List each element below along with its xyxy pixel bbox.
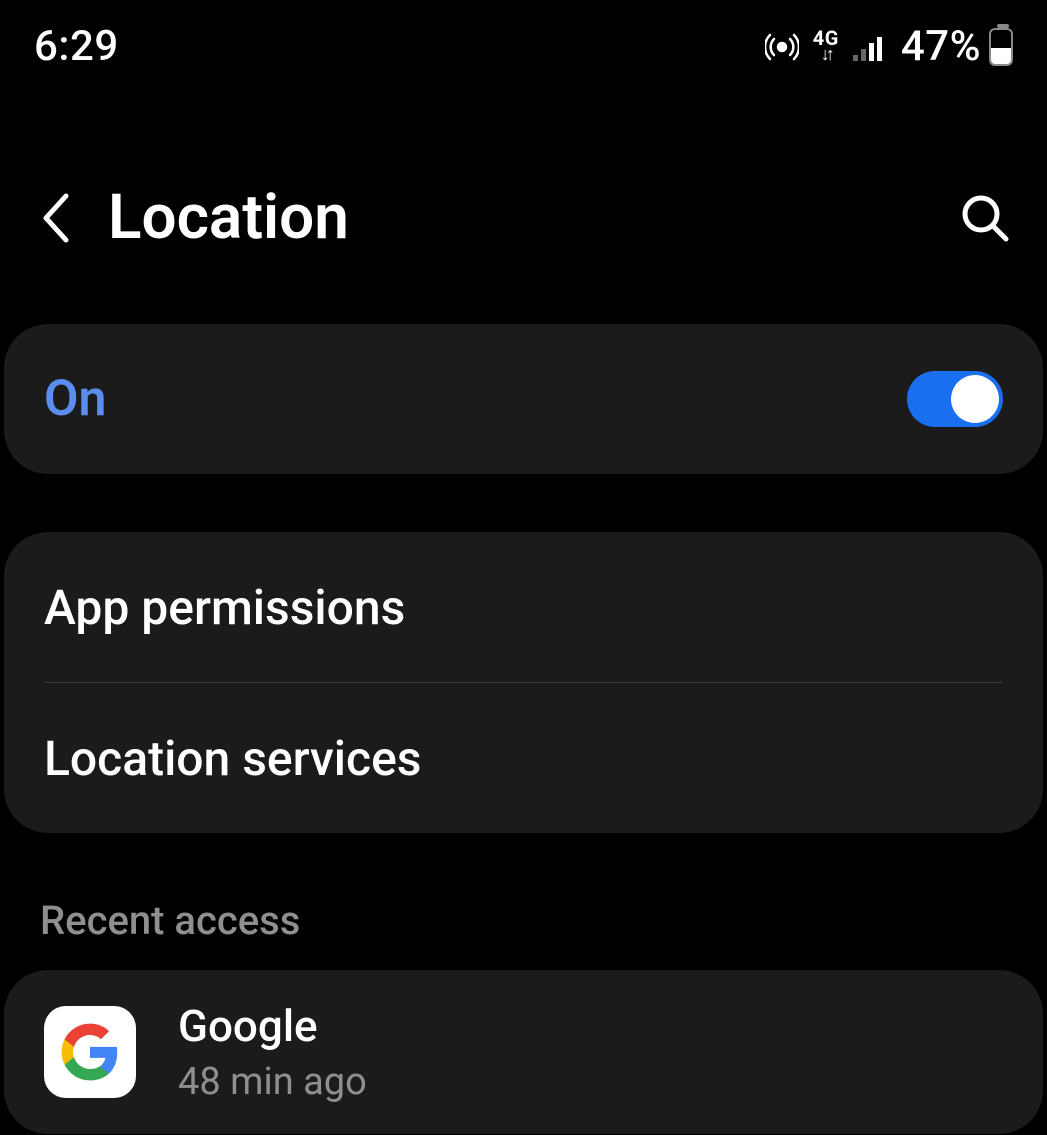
google-g-icon xyxy=(59,1021,121,1083)
status-bar: 6:29 4G ↓↑ 47% xyxy=(0,0,1047,71)
battery-percent: 47% xyxy=(901,22,981,71)
location-master-toggle-card: On xyxy=(4,324,1043,474)
network-4g-icon: 4G ↓↑ xyxy=(813,29,839,63)
recent-app-name: Google xyxy=(178,1000,367,1052)
recent-app-row-google[interactable]: Google 48 min ago xyxy=(4,970,1043,1134)
back-button[interactable] xyxy=(36,190,74,246)
location-toggle-label: On xyxy=(44,370,907,428)
list-item-location-services[interactable]: Location services xyxy=(4,683,1043,833)
list-item-app-permissions[interactable]: App permissions xyxy=(4,532,1043,682)
list-item-label: Location services xyxy=(44,730,1003,787)
recent-app-text: Google 48 min ago xyxy=(178,1000,367,1104)
location-toggle-switch[interactable] xyxy=(907,371,1003,427)
google-app-icon xyxy=(44,1006,136,1098)
page-title: Location xyxy=(108,181,925,254)
toggle-knob xyxy=(951,375,999,423)
location-master-toggle-row[interactable]: On xyxy=(4,324,1043,474)
list-item-label: App permissions xyxy=(44,579,1003,636)
status-right-cluster: 4G ↓↑ 47% xyxy=(765,22,1013,71)
status-time: 6:29 xyxy=(34,22,119,71)
battery-indicator: 47% xyxy=(901,22,1013,71)
recent-access-heading: Recent access xyxy=(0,833,1047,970)
hotspot-icon xyxy=(765,30,799,64)
battery-icon xyxy=(989,28,1013,66)
location-settings-list: App permissions Location services xyxy=(4,532,1043,833)
signal-bars-icon xyxy=(853,33,887,61)
recent-app-time: 48 min ago xyxy=(178,1060,367,1104)
search-button[interactable] xyxy=(959,192,1011,244)
search-icon xyxy=(959,192,1011,244)
page-header: Location xyxy=(0,71,1047,324)
recent-access-list: Google 48 min ago xyxy=(4,970,1043,1134)
chevron-left-icon xyxy=(36,190,74,246)
